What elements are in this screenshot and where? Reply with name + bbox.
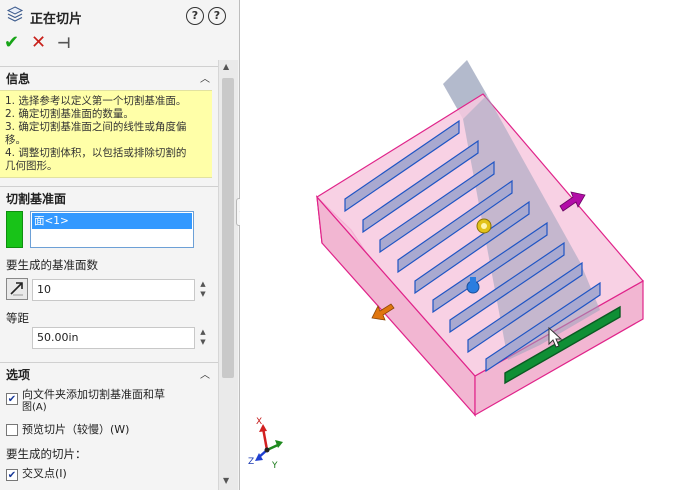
collapse-caret-icon[interactable]: ︿ — [200, 70, 210, 85]
preview-slices-label: 预览切片（较慢）(W) — [22, 423, 130, 436]
triad-z-label: Z — [248, 457, 254, 467]
add-to-folder-label-2: 图(A) — [22, 402, 47, 413]
rotate-handle-icon[interactable] — [476, 218, 492, 234]
scrollbar-thumb[interactable] — [222, 78, 234, 378]
help-icon[interactable]: ? — [208, 7, 226, 25]
model-view: X Y Z — [248, 60, 644, 471]
preview-slices-checkbox[interactable] — [6, 424, 18, 436]
info-section-header[interactable]: 信息 ︿ — [0, 66, 218, 87]
reference-selection-box[interactable]: 面<1> — [30, 211, 194, 248]
add-to-folder-checkbox[interactable]: ✔ — [6, 393, 18, 405]
reference-triad: X Y Z — [248, 417, 283, 471]
intersection-checkbox[interactable]: ✔ — [6, 469, 18, 481]
info-line: 几何图形。 — [5, 160, 58, 172]
plane-count-spinner[interactable]: ▲ ▼ — [197, 279, 209, 301]
cut-plane-section-header[interactable]: 切割基准面 — [0, 186, 218, 207]
info-line: 3. 确定切割基准面之间的线性或角度偏 — [5, 121, 187, 133]
reverse-direction-button[interactable] — [6, 278, 28, 300]
plane-count-input[interactable]: 10 — [32, 279, 195, 301]
triad-x-label: X — [256, 417, 262, 427]
plane-count-label: 要生成的基准面数 — [6, 258, 98, 272]
graphics-viewport[interactable]: X Y Z — [240, 0, 676, 490]
scroll-down-arrow-icon[interactable]: ▼ — [223, 476, 229, 485]
slicing-feature-icon — [6, 6, 24, 27]
panel-scrollbar[interactable]: ▲ ▼ — [218, 60, 238, 490]
scroll-up-arrow-icon[interactable]: ▲ — [223, 62, 229, 71]
add-to-folder-label: 向文件夹添加切割基准面和草 — [22, 388, 165, 401]
ok-button[interactable]: ✔ — [4, 32, 19, 53]
options-section-header[interactable]: 选项 ︿ — [0, 362, 218, 383]
options-section-title: 选项 — [6, 368, 31, 382]
info-message-box: 1. 选择参考以定义第一个切割基准面。 2. 确定切割基准面的数量。 3. 确定… — [0, 90, 212, 178]
cancel-button[interactable]: ✕ — [31, 32, 46, 53]
cut-plane-section-title: 切割基准面 — [6, 192, 67, 206]
reverse-direction-icon — [10, 282, 23, 296]
distance-label: 等距 — [6, 311, 29, 325]
collapse-caret-icon[interactable]: ︿ — [200, 366, 210, 381]
distance-spinner[interactable]: ▲ ▼ — [197, 327, 209, 349]
panel-title: 正在切片 — [30, 12, 83, 27]
slices-to-generate-label: 要生成的切片： — [6, 447, 87, 461]
plane-color-swatch — [6, 211, 23, 248]
intersection-label: 交叉点(I) — [22, 467, 67, 480]
distance-input[interactable]: 50.00in — [32, 327, 195, 349]
triad-y-label: Y — [271, 461, 278, 471]
selected-face-item[interactable]: 面<1> — [32, 213, 192, 229]
info-section-title: 信息 — [6, 72, 31, 86]
pin-button[interactable]: ⊣ — [57, 34, 71, 52]
property-manager-panel: 正在切片 ? ? ✔ ✕ ⊣ 信息 ︿ 1. 选择参考以定义第一个切割基准面。 … — [0, 0, 239, 490]
whats-wrong-help-icon[interactable]: ? — [186, 7, 204, 25]
panel-title-row: 正在切片 ? ? — [0, 0, 239, 30]
